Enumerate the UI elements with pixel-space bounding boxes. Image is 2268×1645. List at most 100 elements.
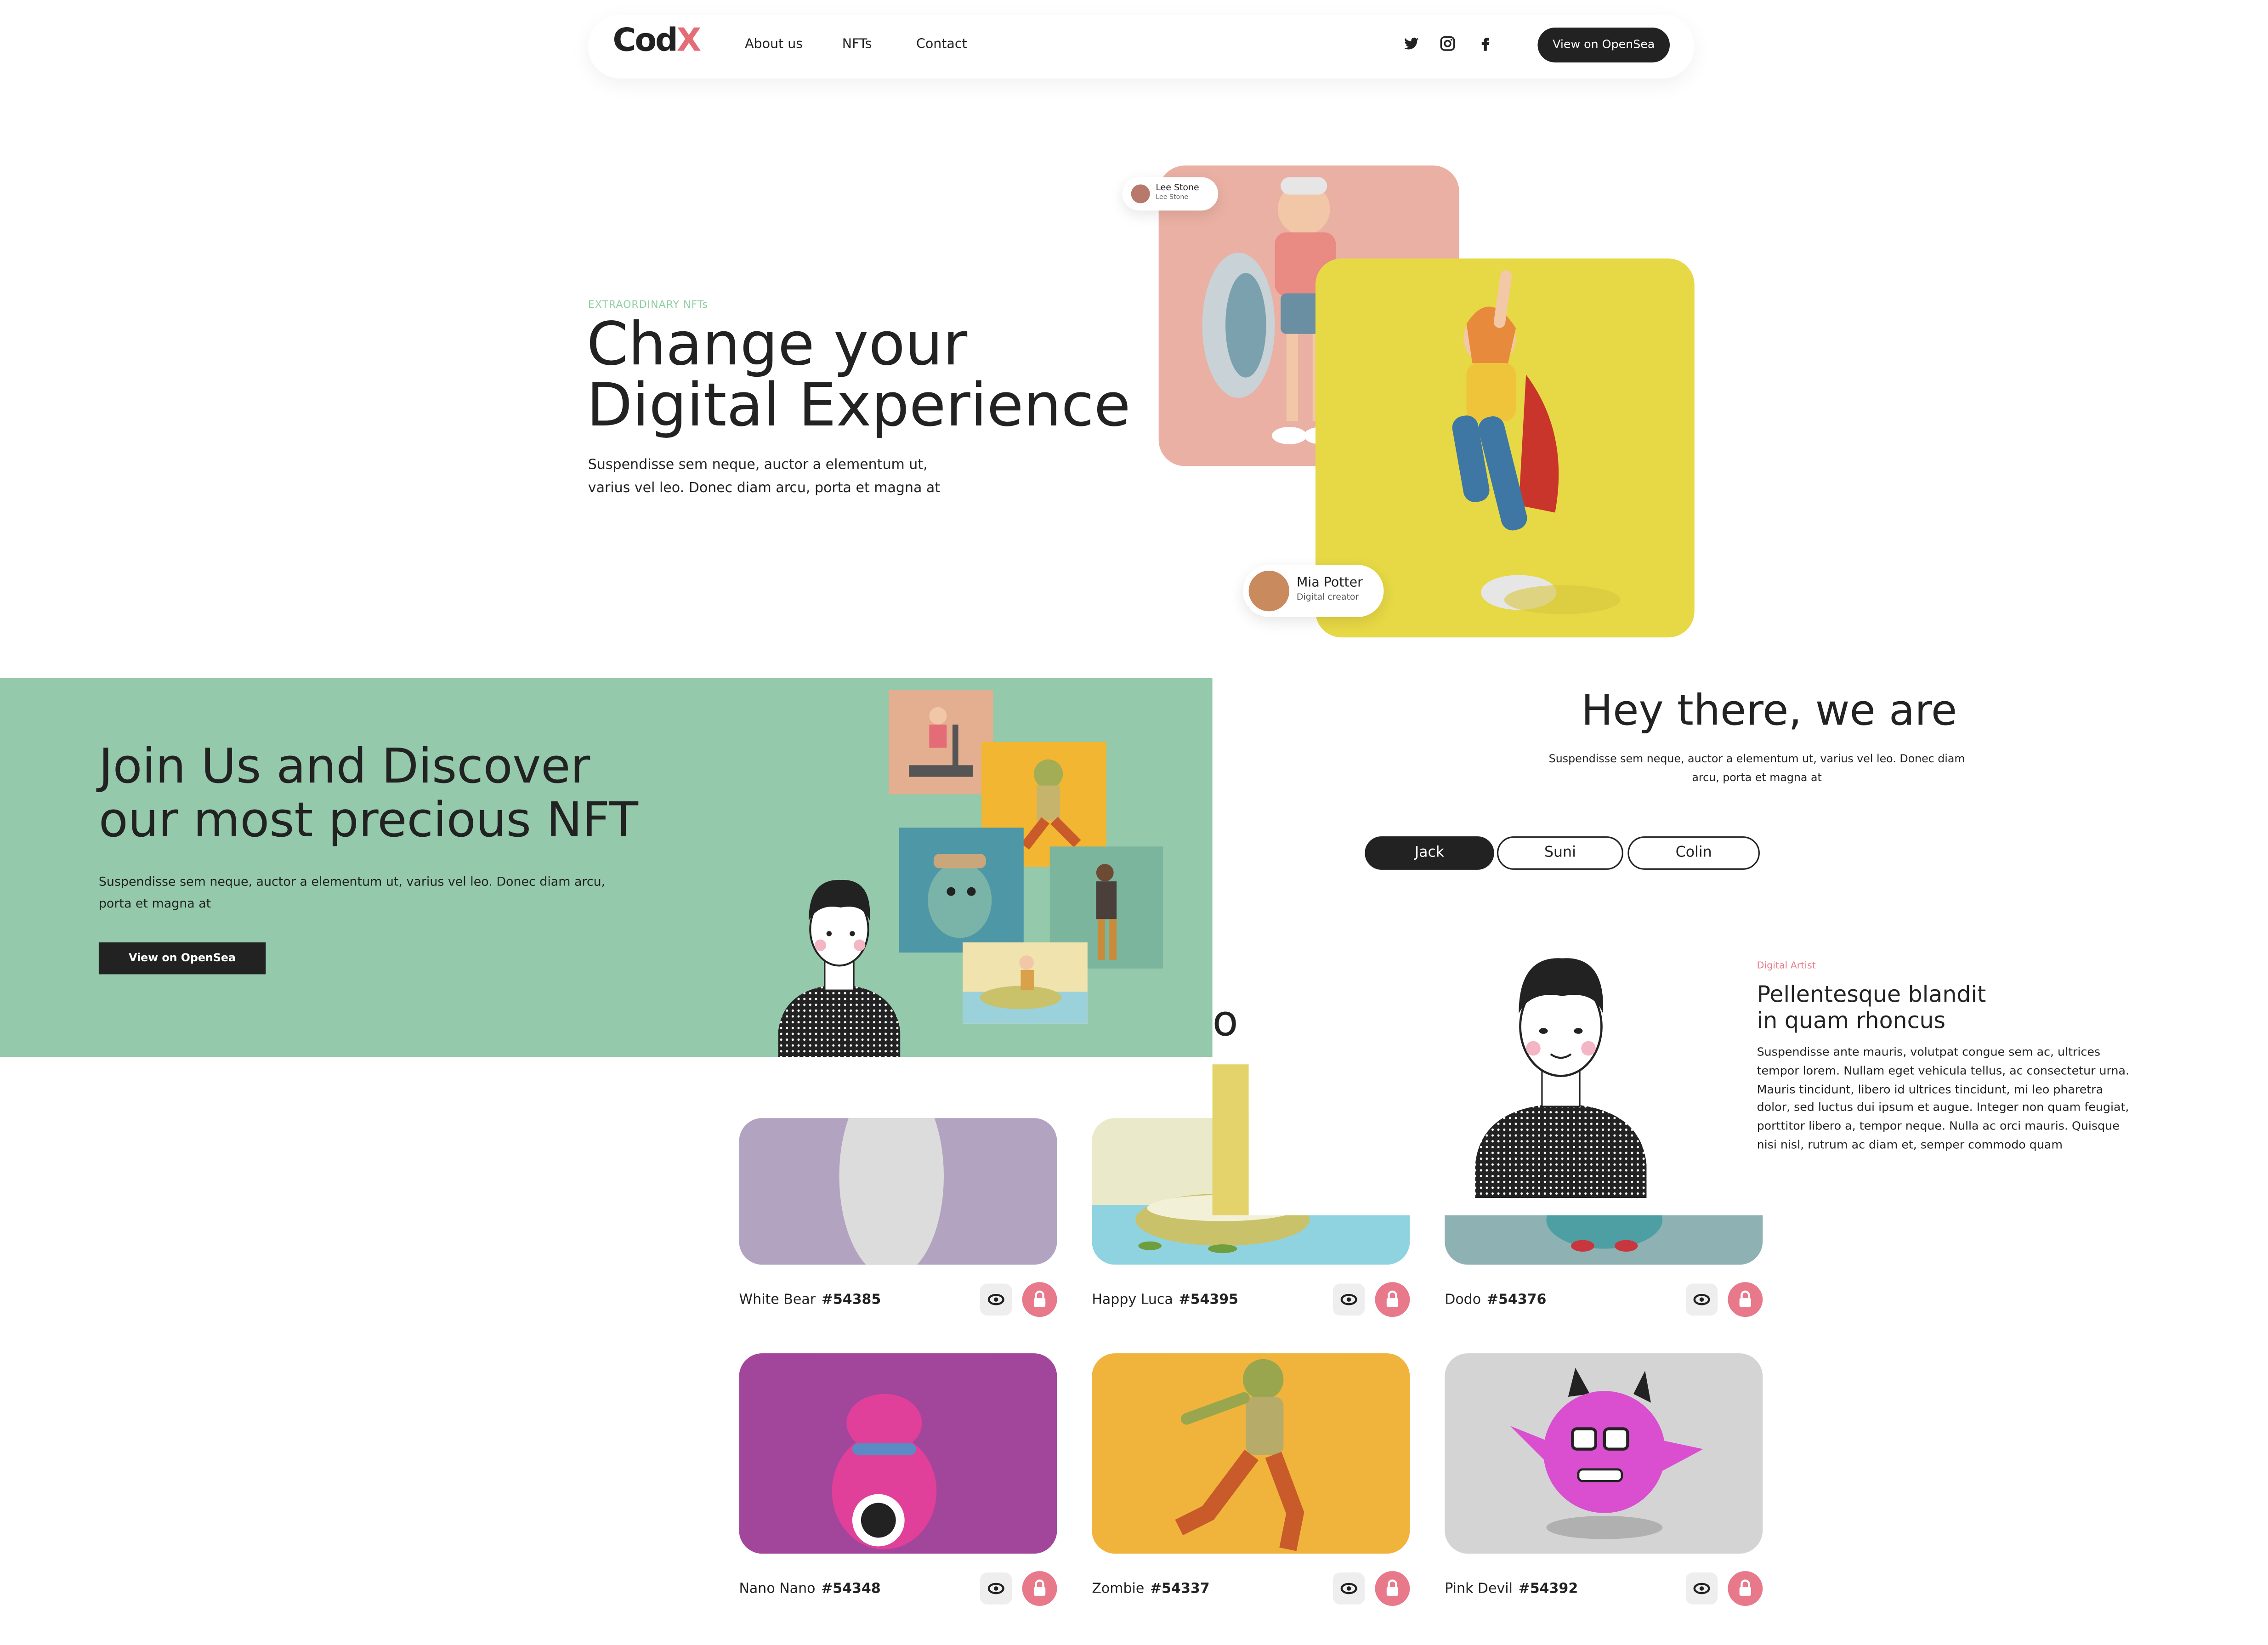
creator-chip-lee-stone[interactable]: Lee Stone Lee Stone bbox=[1122, 177, 1219, 211]
eye-icon bbox=[1340, 1583, 1357, 1594]
lee-stone-avatar bbox=[1131, 184, 1150, 204]
nft-name: White Bear bbox=[739, 1292, 816, 1309]
nft-label-nano-nano: Nano Nano #54348 bbox=[739, 1581, 880, 1597]
banner-description: Suspendisse sem neque, auctor a elementu… bbox=[99, 873, 605, 916]
banner-title: Join Us and Discover our most precious N… bbox=[99, 739, 638, 846]
lock-icon bbox=[1033, 1290, 1046, 1307]
eye-icon bbox=[987, 1293, 1004, 1305]
white-bear-illustration bbox=[839, 1118, 944, 1265]
hero-title-line2: Digital Experience bbox=[586, 370, 1131, 440]
view-button[interactable] bbox=[1332, 1572, 1365, 1605]
nav-link-nfts[interactable]: NFTs bbox=[842, 38, 872, 52]
tab-colin[interactable]: Colin bbox=[1627, 836, 1760, 870]
facebook-icon[interactable] bbox=[1477, 35, 1494, 52]
lock-button[interactable] bbox=[1728, 1571, 1763, 1606]
nft-name: Nano Nano bbox=[739, 1581, 816, 1597]
banner-title-line2: our most precious NFT bbox=[98, 791, 639, 848]
instagram-icon[interactable] bbox=[1439, 35, 1457, 52]
twitter-icon[interactable] bbox=[1403, 35, 1420, 52]
boat-illustration bbox=[963, 955, 1088, 1024]
ghost-illustration bbox=[928, 854, 992, 938]
eye-icon bbox=[987, 1583, 1004, 1594]
profile-bio-line: Suspendisse ante mauris, volutpat congue… bbox=[1757, 1045, 2101, 1059]
lock-icon bbox=[1739, 1290, 1751, 1307]
hero-title: Change your Digital Experience bbox=[587, 314, 1131, 436]
nano-nano-illustration bbox=[832, 1394, 937, 1549]
team-description: Suspendisse sem neque, auctor a elementu… bbox=[1510, 749, 2003, 787]
creator-role: Digital creator bbox=[1296, 592, 1359, 603]
view-button[interactable] bbox=[1685, 1572, 1718, 1605]
collage-tile-boat[interactable] bbox=[963, 942, 1088, 1024]
creator-name: Lee Stone bbox=[1156, 183, 1199, 193]
nft-image-nano-nano[interactable] bbox=[739, 1353, 1057, 1554]
banner-title-line1: Join Us and Discover bbox=[98, 737, 590, 794]
partial-image-peek bbox=[1212, 1064, 1249, 1215]
team-description-line1: Suspendisse sem neque, auctor a elementu… bbox=[1548, 752, 1965, 766]
nft-image-pink-devil[interactable] bbox=[1445, 1353, 1763, 1554]
nft-name: Zombie bbox=[1092, 1581, 1145, 1597]
profile-bio-line: dolor, sed luctus dui ipsum et augue. In… bbox=[1757, 1101, 2129, 1114]
nft-id: #54385 bbox=[821, 1292, 881, 1309]
nft-label-white-bear: White Bear #54385 bbox=[739, 1292, 881, 1308]
hero-description: Suspendisse sem neque, auctor a elementu… bbox=[588, 454, 940, 501]
collage-tile-ghost[interactable] bbox=[899, 828, 1024, 953]
nft-id: #54337 bbox=[1150, 1581, 1210, 1597]
nft-name: Happy Luca bbox=[1092, 1292, 1173, 1309]
profile-heading: Pellentesque blandit in quam rhoncus bbox=[1757, 981, 1986, 1034]
lock-icon bbox=[1386, 1579, 1399, 1596]
view-button[interactable] bbox=[980, 1572, 1012, 1605]
team-title: Hey there, we are bbox=[1581, 685, 1957, 735]
profile-bio-line: porttitor libero a, tempor neque. Nulla … bbox=[1757, 1119, 2120, 1133]
nft-name: Pink Devil bbox=[1445, 1581, 1513, 1597]
lock-button[interactable] bbox=[1375, 1282, 1410, 1317]
profile-heading-line2: in quam rhoncus bbox=[1757, 1008, 1946, 1034]
eye-icon bbox=[1693, 1293, 1710, 1305]
nft-image-white-bear[interactable] bbox=[739, 1118, 1057, 1265]
nft-label-zombie: Zombie #54337 bbox=[1092, 1581, 1209, 1597]
banner-description-line2: porta et magna at bbox=[98, 897, 211, 912]
creator-role: Lee Stone bbox=[1156, 194, 1189, 202]
eye-icon bbox=[1693, 1583, 1710, 1594]
lock-icon bbox=[1739, 1579, 1751, 1596]
profile-panel-edge bbox=[1212, 1057, 1249, 1065]
nft-name: Dodo bbox=[1445, 1292, 1481, 1309]
nav-view-opensea-button[interactable]: View on OpenSea bbox=[1537, 28, 1670, 62]
profile-heading-line1: Pellentesque blandit bbox=[1757, 981, 1986, 1008]
creator-name: Mia Potter bbox=[1296, 576, 1363, 591]
view-button[interactable] bbox=[1685, 1283, 1718, 1316]
codx-logo[interactable]: CodX bbox=[613, 23, 702, 60]
nft-label-dodo: Dodo #54376 bbox=[1445, 1292, 1546, 1308]
nft-image-zombie[interactable] bbox=[1092, 1353, 1410, 1554]
treadmill-illustration bbox=[909, 707, 973, 777]
nft-id: #54395 bbox=[1179, 1292, 1239, 1309]
view-button[interactable] bbox=[980, 1283, 1012, 1316]
nft-id: #54348 bbox=[821, 1581, 881, 1597]
lock-button[interactable] bbox=[1375, 1571, 1410, 1606]
banner-view-opensea-button[interactable]: View on OpenSea bbox=[98, 942, 266, 975]
hero-title-line1: Change your bbox=[586, 309, 968, 379]
lock-button[interactable] bbox=[1022, 1571, 1057, 1606]
lock-button[interactable] bbox=[1022, 1282, 1057, 1317]
join-banner: Join Us and Discover our most precious N… bbox=[0, 678, 1213, 1057]
nft-label-happy-luca: Happy Luca #54395 bbox=[1092, 1292, 1238, 1308]
lock-icon bbox=[1033, 1579, 1046, 1596]
nav-link-contact[interactable]: Contact bbox=[916, 38, 967, 52]
banner-description-line1: Suspendisse sem neque, auctor a elementu… bbox=[98, 875, 606, 891]
nft-id: #54376 bbox=[1486, 1292, 1547, 1309]
creator-chip-mia-potter[interactable]: Mia Potter Digital creator bbox=[1242, 565, 1384, 617]
nft-id: #54392 bbox=[1518, 1581, 1578, 1597]
mia-potter-avatar bbox=[1248, 570, 1290, 612]
profile-bio: Suspendisse ante mauris, volutpat congue… bbox=[1757, 1044, 2193, 1156]
team-description-line2: arcu, porta et magna at bbox=[1692, 771, 1822, 784]
tab-suni[interactable]: Suni bbox=[1497, 836, 1623, 870]
profile-bio-line: nisi nisl, rutrum ac diam et, semper com… bbox=[1757, 1138, 2063, 1152]
tab-jack[interactable]: Jack bbox=[1365, 836, 1494, 870]
partial-heading-glyph: o bbox=[1212, 996, 1238, 1046]
pink-devil-illustration bbox=[1510, 1367, 1703, 1539]
lock-button[interactable] bbox=[1728, 1282, 1763, 1317]
hero-description-line2: varius vel leo. Donec diam arcu, porta e… bbox=[588, 480, 941, 497]
view-button[interactable] bbox=[1332, 1283, 1365, 1316]
nav-link-about[interactable]: About us bbox=[745, 38, 803, 52]
collage-tile-treadmill[interactable] bbox=[888, 690, 993, 794]
banner-character-illustration bbox=[778, 879, 901, 1057]
